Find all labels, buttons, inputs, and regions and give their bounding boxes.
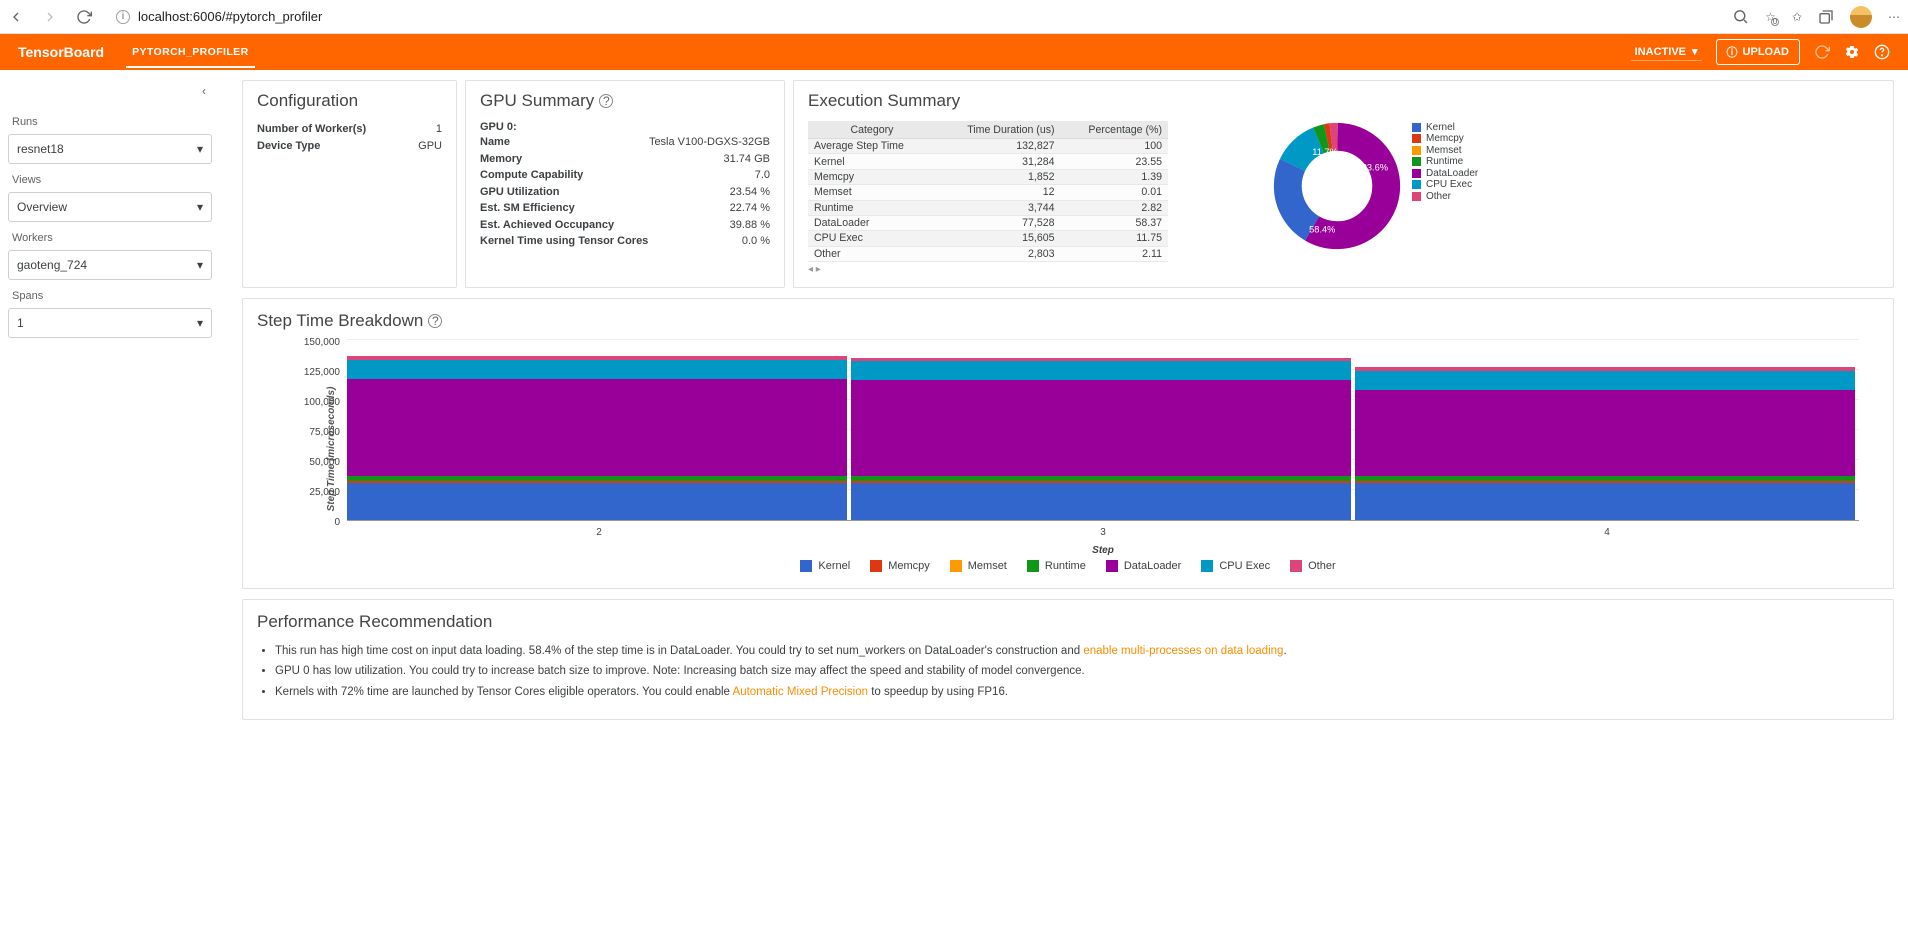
chevron-down-icon: ▾ [1692, 45, 1698, 58]
refresh-icon[interactable] [1814, 44, 1830, 60]
upload-icon: ⓘ [1727, 44, 1738, 60]
chevron-down-icon: ▾ [197, 200, 203, 214]
legend-item: Memcpy [870, 560, 930, 572]
help-icon[interactable]: ? [599, 94, 613, 108]
donut-chart: 23.6% 11.7% 58.4% [1272, 121, 1402, 251]
favorite-icon[interactable]: ☆0 [1765, 10, 1776, 24]
gpu-row: Est. Achieved Occupancy39.88 % [480, 217, 770, 234]
legend-item: Other [1412, 191, 1478, 202]
bar-step-2 [347, 356, 847, 520]
chevron-down-icon: ▾ [197, 142, 203, 156]
app-header: TensorBoard PYTORCH_PROFILER INACTIVE ▾ … [0, 34, 1908, 70]
config-row: Number of Worker(s)1 [257, 121, 442, 138]
mode-select[interactable]: INACTIVE ▾ [1631, 43, 1702, 61]
views-label: Views [12, 174, 208, 186]
gpu-row: Kernel Time using Tensor Cores0.0 % [480, 233, 770, 250]
help-icon[interactable] [1874, 44, 1890, 60]
table-row: DataLoader77,52858.37 [808, 215, 1168, 230]
views-select[interactable]: Overview▾ [8, 192, 212, 222]
legend-item: Other [1290, 560, 1336, 572]
favorites-bar-icon[interactable]: ✩ [1792, 10, 1802, 24]
step-chart: Step Time (microseconds) 025,00050,00075… [347, 341, 1859, 556]
legend-item: CPU Exec [1412, 179, 1478, 190]
svg-text:58.4%: 58.4% [1309, 224, 1335, 234]
help-icon[interactable]: ? [428, 314, 442, 328]
tab-pytorch-profiler[interactable]: PYTORCH_PROFILER [126, 36, 254, 68]
spans-label: Spans [12, 290, 208, 302]
gpu-row: GPU Utilization23.54 % [480, 184, 770, 201]
legend-item: Memset [1412, 145, 1478, 156]
legend-item: DataLoader [1106, 560, 1182, 572]
runs-select[interactable]: resnet18▾ [8, 134, 212, 164]
table-row: Memset120.01 [808, 185, 1168, 200]
url-text[interactable]: localhost:6006/#pytorch_profiler [138, 9, 322, 24]
workers-label: Workers [12, 232, 208, 244]
reload-icon[interactable] [76, 9, 92, 25]
step-legend: Kernel Memcpy Memset Runtime DataLoader CPU E… [257, 560, 1879, 572]
table-row: Kernel31,28423.55 [808, 154, 1168, 169]
donut-legend: KernelMemcpyMemsetRuntimeDataLoaderCPU E… [1412, 121, 1478, 202]
legend-item: DataLoader [1412, 168, 1478, 179]
table-row: Memcpy1,8521.39 [808, 169, 1168, 184]
rec-link[interactable]: enable multi-processes on data loading [1083, 645, 1283, 657]
sidebar: ‹ Runs resnet18▾ Views Overview▾ Workers… [0, 70, 220, 750]
rec-link[interactable]: Automatic Mixed Precision [733, 686, 869, 698]
table-row: Runtime3,7442.82 [808, 200, 1168, 215]
gpu-row: Est. SM Efficiency22.74 % [480, 200, 770, 217]
gpu-card: GPU Summary? GPU 0: NameTesla V100-DGXS-… [465, 80, 785, 288]
chevron-down-icon: ▾ [197, 316, 203, 330]
browser-toolbar: i localhost:6006/#pytorch_profiler ☆0 ✩ … [0, 0, 1908, 34]
legend-item: Memset [950, 560, 1007, 572]
back-icon[interactable] [8, 9, 24, 25]
exec-card: Execution Summary Category Time Duration… [793, 80, 1894, 288]
exec-table: Category Time Duration (us) Percentage (… [808, 121, 1168, 262]
gear-icon[interactable] [1844, 44, 1860, 60]
chevron-down-icon: ▾ [197, 258, 203, 272]
app-title: TensorBoard [18, 44, 104, 60]
exec-title: Execution Summary [808, 91, 1879, 111]
sidebar-collapse-icon[interactable]: ‹ [8, 80, 212, 106]
runs-label: Runs [12, 116, 208, 128]
step-title: Step Time Breakdown [257, 311, 423, 331]
svg-text:11.7%: 11.7% [1312, 147, 1338, 157]
step-card: Step Time Breakdown? Step Time (microsec… [242, 298, 1894, 589]
table-row: Other2,8032.11 [808, 246, 1168, 261]
legend-item: Memcpy [1412, 133, 1478, 144]
config-title: Configuration [257, 91, 442, 111]
table-row: CPU Exec15,60511.75 [808, 231, 1168, 246]
gpu-row: Compute Capability7.0 [480, 167, 770, 184]
rec-item: This run has high time cost on input dat… [275, 642, 1879, 660]
bar-step-3 [851, 358, 1351, 520]
legend-item: CPU Exec [1201, 560, 1270, 572]
user-avatar[interactable] [1850, 6, 1872, 28]
rec-card: Performance Recommendation This run has … [242, 599, 1894, 720]
workers-select[interactable]: gaoteng_724▾ [8, 250, 212, 280]
spans-select[interactable]: 1▾ [8, 308, 212, 338]
table-row: Average Step Time132,827100 [808, 139, 1168, 154]
more-icon[interactable]: ⋯ [1888, 10, 1900, 24]
gpu-row: Memory31.74 GB [480, 151, 770, 168]
legend-item: Runtime [1412, 156, 1478, 167]
zoom-icon[interactable] [1732, 8, 1749, 25]
gpu-title: GPU Summary [480, 91, 594, 111]
config-card: Configuration Number of Worker(s)1Device… [242, 80, 457, 288]
bar-step-4 [1355, 367, 1855, 520]
legend-item: Kernel [800, 560, 850, 572]
table-pager[interactable]: ◂ ▸ [808, 262, 1168, 275]
gpu-row: NameTesla V100-DGXS-32GB [480, 134, 770, 151]
collections-icon[interactable] [1818, 9, 1834, 25]
config-row: Device TypeGPU [257, 138, 442, 155]
rec-item: GPU 0 has low utilization. You could try… [275, 662, 1879, 680]
forward-icon[interactable] [42, 9, 58, 25]
info-icon[interactable]: i [116, 10, 130, 24]
legend-item: Kernel [1412, 122, 1478, 133]
gpu-head: GPU 0: [480, 121, 770, 133]
upload-button[interactable]: ⓘ UPLOAD [1716, 39, 1800, 65]
legend-item: Runtime [1027, 560, 1086, 572]
rec-title: Performance Recommendation [257, 612, 1879, 632]
svg-text:23.6%: 23.6% [1362, 163, 1388, 173]
rec-item: Kernels with 72% time are launched by Te… [275, 683, 1879, 701]
